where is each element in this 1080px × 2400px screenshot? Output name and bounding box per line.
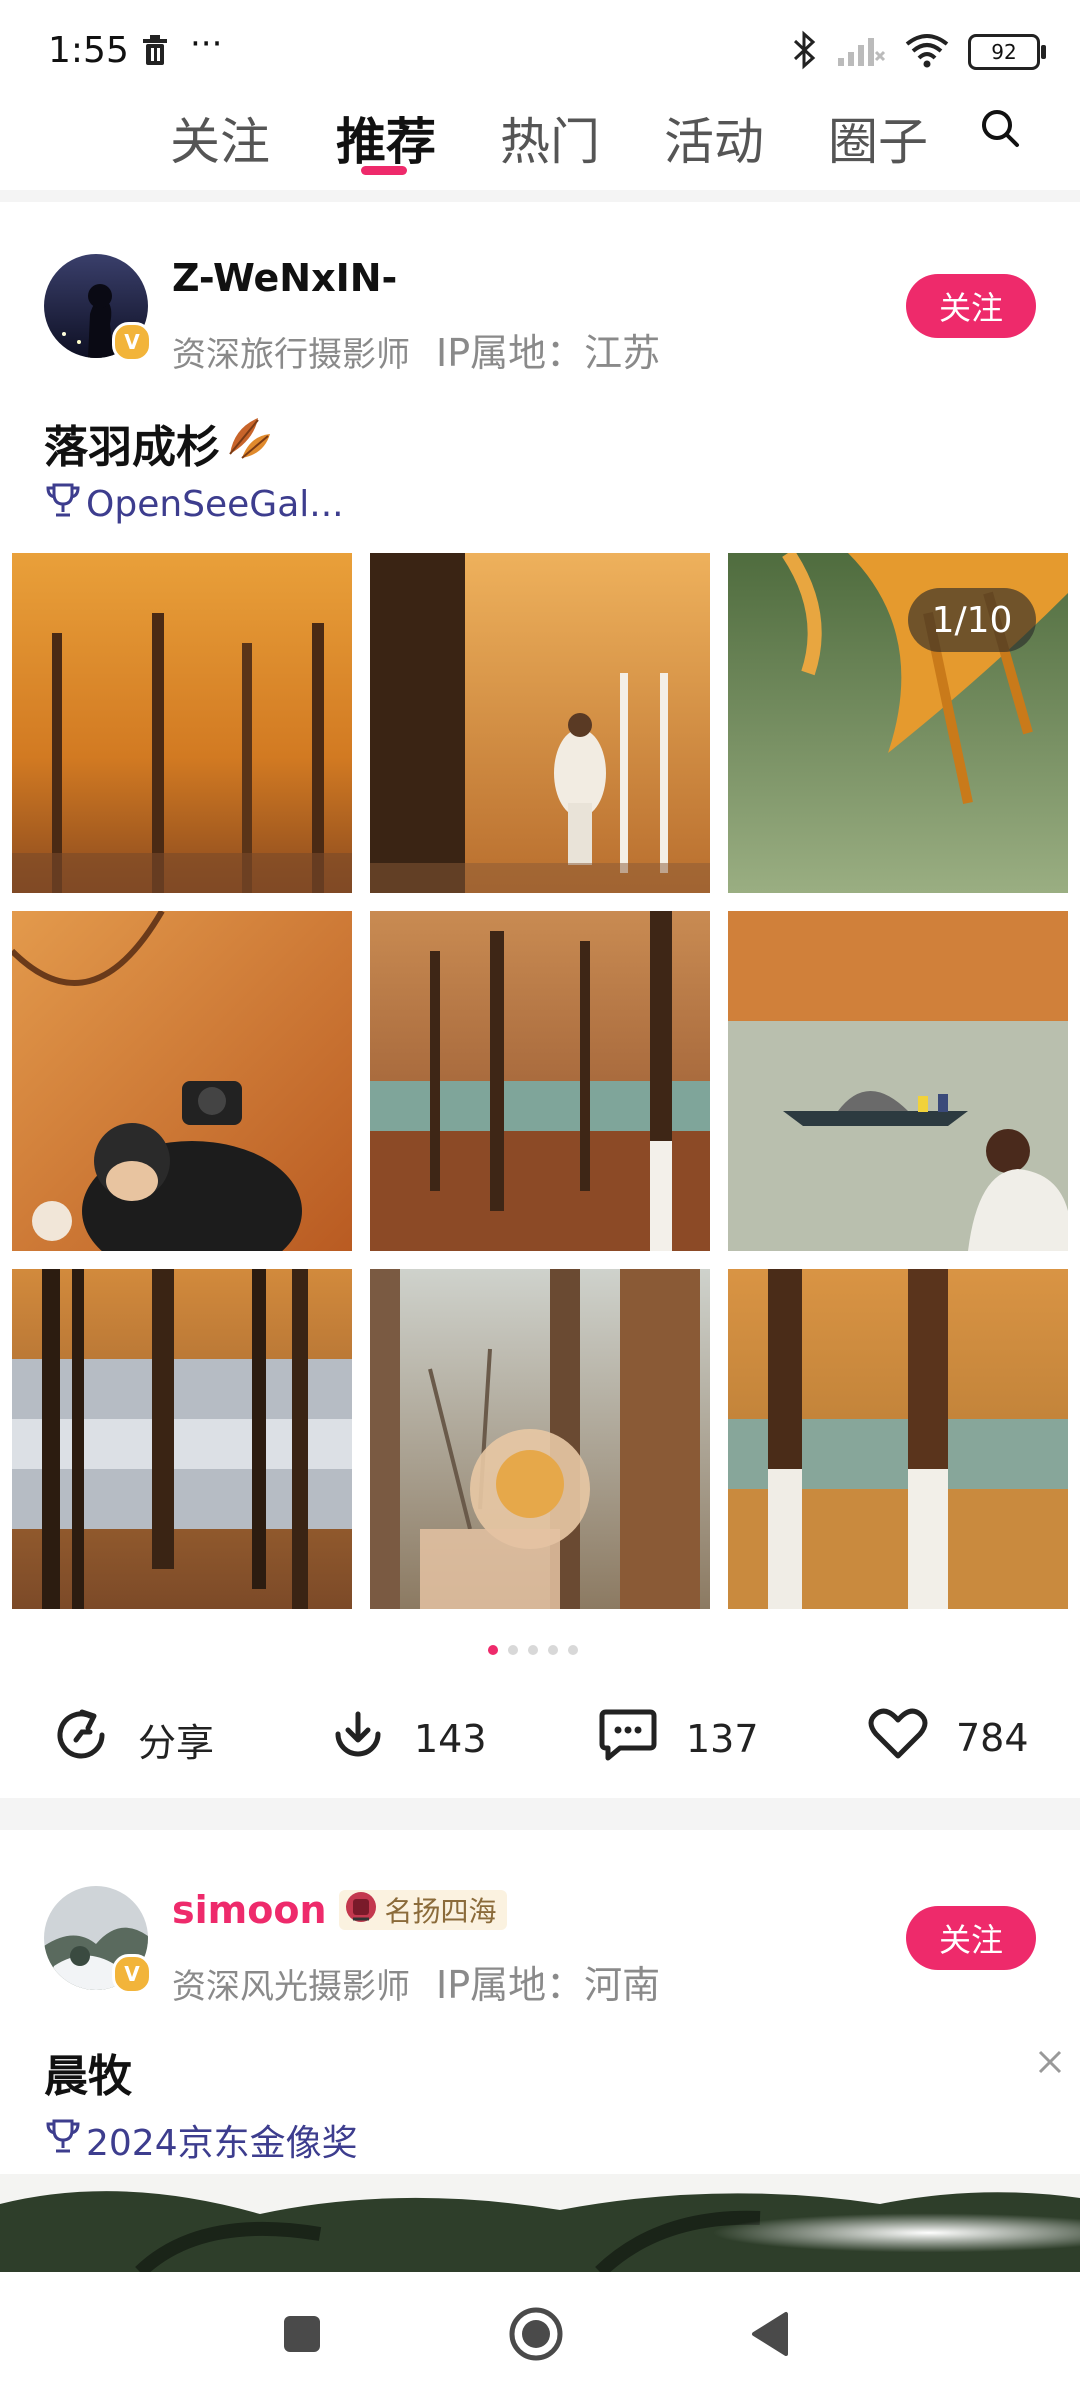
system-nav-bar xyxy=(0,2272,1080,2400)
tab-hot[interactable]: 热门 xyxy=(500,102,600,174)
photo-thumbnail[interactable] xyxy=(370,911,710,1251)
post1-meta: 资深旅行摄影师 IP属地：江苏 xyxy=(172,322,660,377)
tab-following[interactable]: 关注 xyxy=(170,102,270,174)
recents-square-icon[interactable] xyxy=(282,2314,322,2358)
follow-button[interactable]: 关注 xyxy=(906,274,1036,338)
post2-name-row: simoon 名扬四海 xyxy=(172,1888,507,1932)
download-count: 143 xyxy=(414,1716,487,1761)
verified-badge-icon: V xyxy=(112,322,152,362)
comment-button[interactable]: 137 xyxy=(598,1706,759,1771)
share-button[interactable]: 分享 xyxy=(52,1706,214,1773)
level-badge: 名扬四海 xyxy=(338,1889,507,1932)
post2-award: 2024京东金像奖 xyxy=(86,2123,358,2164)
back-triangle-icon[interactable] xyxy=(750,2310,790,2362)
post1-award-link[interactable]: OpenSeeGal... xyxy=(46,482,344,527)
photo-thumbnail[interactable] xyxy=(12,911,352,1251)
autumn-leaf-emoji-icon xyxy=(224,410,278,475)
post2-username[interactable]: simoon xyxy=(172,1888,327,1932)
image-counter-badge: 1/10 xyxy=(908,588,1036,652)
carousel-dot xyxy=(548,1645,558,1655)
share-label: 分享 xyxy=(138,1721,215,1765)
photo-thumbnail[interactable] xyxy=(728,1269,1068,1609)
post2-cover-image[interactable] xyxy=(0,2174,1080,2272)
author-avatar[interactable]: V xyxy=(44,1886,152,1994)
like-count: 784 xyxy=(956,1715,1029,1760)
post2-role: 资深风光摄影师 xyxy=(172,1967,410,2007)
post2-award-link[interactable]: 2024京东金像奖 xyxy=(46,2114,358,2166)
photo-thumbnail[interactable] xyxy=(370,553,710,893)
comment-count: 137 xyxy=(686,1716,759,1761)
share-icon xyxy=(52,1706,110,1773)
home-circle-icon[interactable] xyxy=(508,2306,564,2366)
post1-title: 落羽成杉 xyxy=(44,421,220,473)
medal-icon xyxy=(343,1889,379,1932)
author-avatar[interactable]: V xyxy=(44,254,152,362)
follow-button[interactable]: 关注 xyxy=(906,1906,1036,1970)
battery-level: 92 xyxy=(991,40,1017,64)
carousel-dot-active xyxy=(488,1645,498,1655)
trash-icon xyxy=(140,34,170,70)
carousel-dot xyxy=(508,1645,518,1655)
verified-badge-icon: V xyxy=(112,1954,152,1994)
download-icon xyxy=(330,1706,386,1771)
carousel-dot xyxy=(568,1645,578,1655)
photo-thumbnail[interactable] xyxy=(12,1269,352,1609)
carousel-dot xyxy=(528,1645,538,1655)
search-icon[interactable] xyxy=(980,108,1020,152)
tab-events[interactable]: 活动 xyxy=(664,102,764,174)
close-icon[interactable] xyxy=(1036,2048,1064,2080)
status-time: 1:55 xyxy=(48,30,129,71)
post1-ip: IP属地：江苏 xyxy=(436,331,661,375)
post1-award: OpenSeeGal... xyxy=(86,484,344,525)
post-separator xyxy=(0,1798,1080,1830)
post1-username[interactable]: Z-WeNxIN- xyxy=(172,256,397,300)
like-button[interactable]: 784 xyxy=(868,1706,1029,1769)
level-badge-label: 名扬四海 xyxy=(384,1895,497,1928)
active-tab-indicator xyxy=(361,166,407,175)
photo-thumbnail[interactable] xyxy=(728,911,1068,1251)
post1-image-grid xyxy=(12,553,1068,1609)
tab-recommended[interactable]: 推荐 xyxy=(336,102,436,174)
post2-meta: 资深风光摄影师 IP属地：河南 xyxy=(172,1954,660,2009)
post2-ip: IP属地：河南 xyxy=(436,1963,661,2007)
post2-title[interactable]: 晨牧 xyxy=(44,2040,132,2104)
trophy-icon xyxy=(46,2118,80,2163)
signal-icon xyxy=(836,32,886,72)
post1-action-bar: 分享 143 137 784 xyxy=(0,1700,1080,1772)
status-bar: 1:55 ··· 92 xyxy=(0,0,1080,100)
top-tabs: 关注 推荐 热门 活动 圈子 xyxy=(0,92,1080,188)
post1-title-row[interactable]: 落羽成杉 xyxy=(44,410,278,475)
carousel-dots xyxy=(488,1645,578,1655)
heart-icon xyxy=(868,1706,928,1769)
comment-icon xyxy=(598,1706,658,1771)
wifi-icon xyxy=(904,32,950,72)
trophy-icon xyxy=(46,482,80,527)
photo-thumbnail[interactable] xyxy=(12,553,352,893)
status-icons: 92 xyxy=(792,30,1046,74)
photo-thumbnail[interactable] xyxy=(370,1269,710,1609)
download-button[interactable]: 143 xyxy=(330,1706,487,1771)
tab-circles[interactable]: 圈子 xyxy=(828,102,928,174)
post1-role: 资深旅行摄影师 xyxy=(172,335,410,375)
section-divider xyxy=(0,190,1080,202)
bluetooth-icon xyxy=(792,30,818,74)
more-status-icon: ··· xyxy=(190,24,223,64)
battery-icon: 92 xyxy=(968,34,1046,70)
